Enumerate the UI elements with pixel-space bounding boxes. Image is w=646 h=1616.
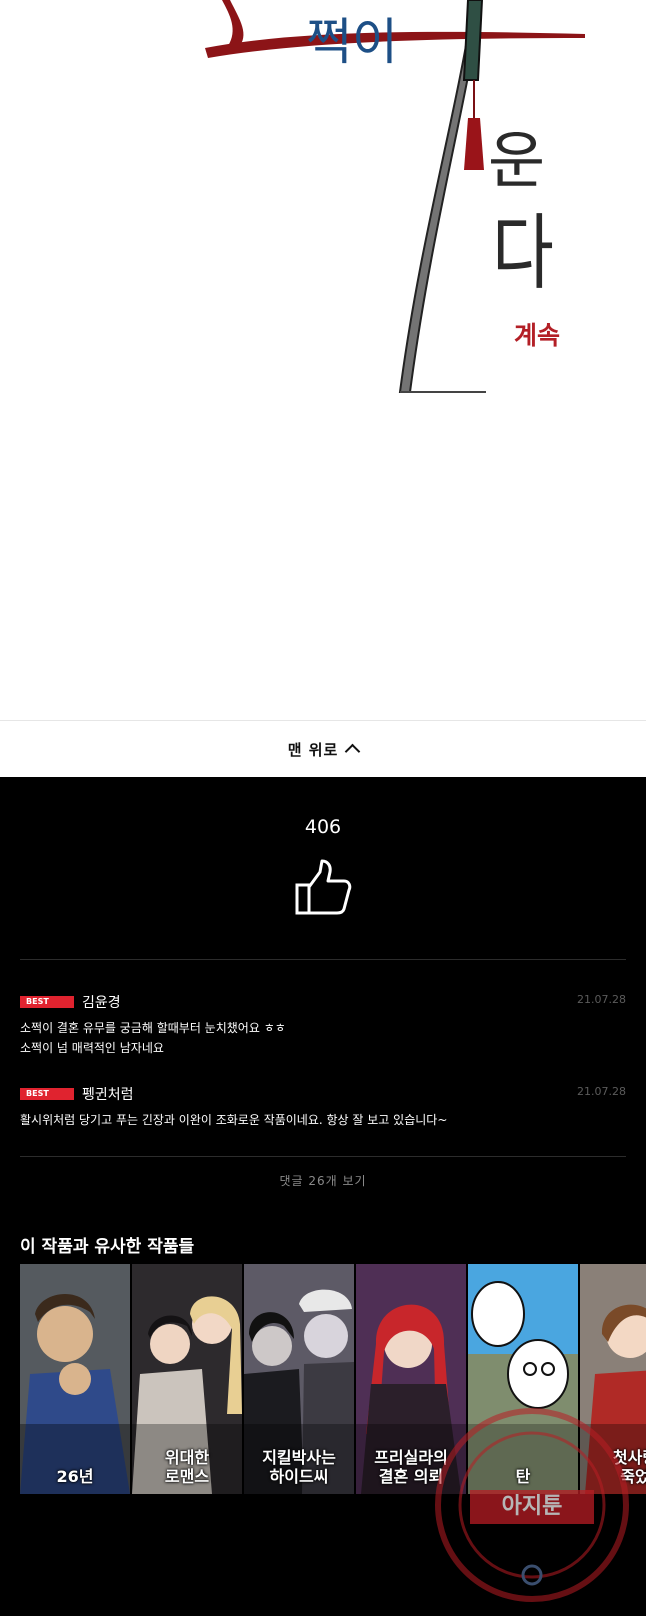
continued-label: 계속 xyxy=(514,321,561,350)
comment-item: BEST 김윤경 21.07.28 소쩍이 결혼 유무를 궁금해 할때부터 눈치챘… xyxy=(20,991,626,1058)
comment-item: BEST 펭귄처럼 21.07.28 활시위처럼 당기고 푸는 긴장과 이완이 조… xyxy=(20,1083,626,1130)
similar-section-title: 이 작품과 유사한 작품들 xyxy=(20,1237,195,1257)
comic-title-glyph: 다 xyxy=(492,206,554,301)
best-badge: BEST xyxy=(20,995,74,1008)
sword-illustration xyxy=(205,0,585,393)
comic-panel: 쩍이 운 다 계속 xyxy=(0,0,646,720)
comment-user[interactable]: 펭귄처럼 xyxy=(82,1087,134,1103)
divider xyxy=(20,959,626,960)
back-to-top-button[interactable]: 맨 위로 xyxy=(0,720,646,777)
comic-title-glyph: 쩍이 xyxy=(306,13,398,71)
comment-line: 소쩍이 결혼 유무를 궁금해 할때부터 눈치챘어요 ㅎㅎ xyxy=(20,1020,286,1035)
similar-work-title: 지킬박사는 하이드씨 xyxy=(262,1448,336,1486)
comment-text: 활시위처럼 당기고 푸는 긴장과 이완이 조화로운 작품이네요. 항상 잘 보고… xyxy=(20,1110,626,1130)
divider xyxy=(20,1156,626,1157)
comment-text: 소쩍이 결혼 유무를 궁금해 할때부터 눈치챘어요 ㅎㅎ 소쩍이 넘 매력적인 … xyxy=(20,1018,626,1058)
similar-work-title: 위대한 로맨스 xyxy=(164,1448,210,1486)
similar-work-card[interactable]: 위대한 로맨스 xyxy=(132,1264,242,1494)
comment-date: 21.07.28 xyxy=(577,993,626,1006)
card-artwork xyxy=(20,1264,130,1494)
chevron-up-icon xyxy=(345,743,361,760)
similar-work-card[interactable]: 지킬박사는 하이드씨 xyxy=(244,1264,354,1494)
similar-work-card[interactable]: 26년 xyxy=(20,1264,130,1494)
comment-line: 활시위처럼 당기고 푸는 긴장과 이완이 조화로운 작품이네요. 항상 잘 보고… xyxy=(20,1112,448,1127)
comment-date: 21.07.28 xyxy=(577,1085,626,1098)
similar-work-title: 26년 xyxy=(56,1467,94,1486)
view-comments-link[interactable]: 댓글 26개 보기 xyxy=(0,1172,646,1189)
best-badge: BEST xyxy=(20,1087,74,1100)
watermark-label: 아지툰 xyxy=(470,1490,594,1524)
comment-line: 소쩍이 넘 매력적인 남자네요 xyxy=(20,1040,164,1055)
like-count: 406 xyxy=(304,816,342,838)
thumbs-up-icon[interactable] xyxy=(294,858,352,916)
back-to-top-label: 맨 위로 xyxy=(287,740,339,759)
comment-user[interactable]: 김윤경 xyxy=(82,995,121,1011)
